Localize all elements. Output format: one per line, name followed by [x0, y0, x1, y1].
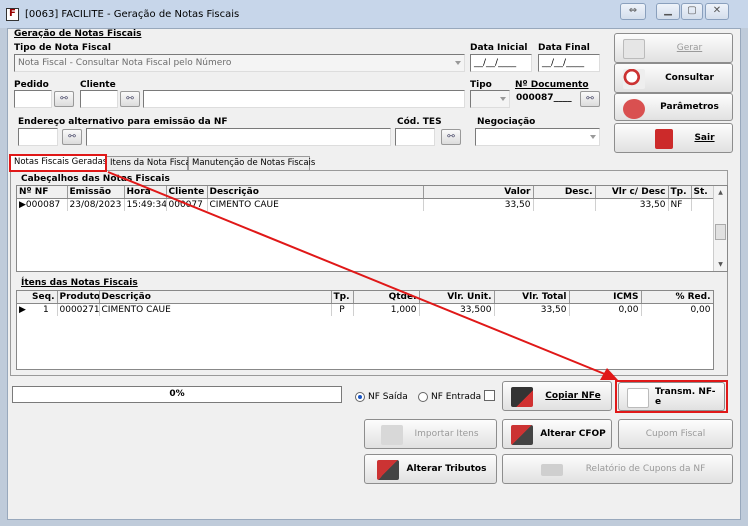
arrow-line [107, 171, 613, 378]
annotation-arrow [107, 171, 618, 380]
application-window: [0063] FACILITE - Geração de Notas Fisca… [0, 0, 748, 526]
